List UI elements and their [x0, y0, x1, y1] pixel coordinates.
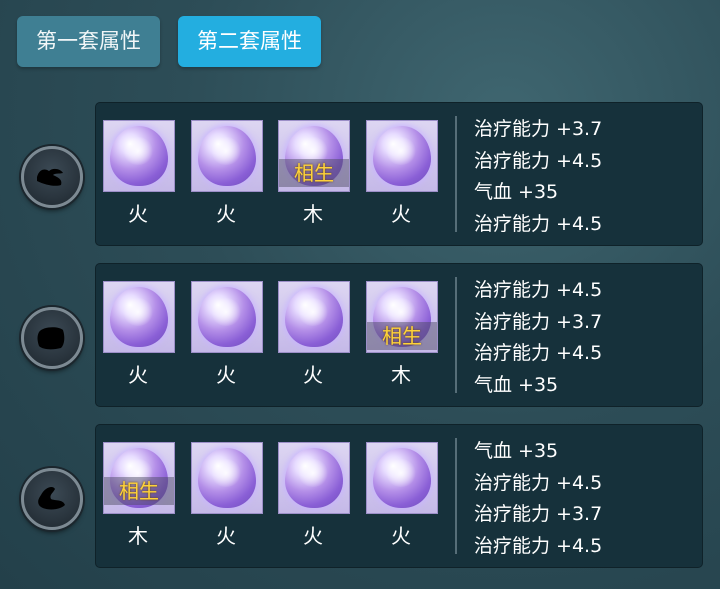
armor-icon[interactable]	[21, 307, 83, 369]
gem-slot[interactable]	[191, 281, 263, 353]
gem-element-label: 火	[303, 524, 323, 548]
stat-line: 气血 +35	[474, 373, 559, 396]
stat-line: 治疗能力 +4.5	[474, 534, 603, 557]
gem-element-label: 火	[128, 363, 148, 387]
gem-element-label: 火	[303, 363, 323, 387]
gem-element-label: 木	[303, 202, 323, 226]
gem-element-label: 木	[128, 524, 148, 548]
tab-set-2[interactable]: 第二套属性	[178, 16, 321, 67]
equipment-row: 相生 木 火 火 火 气血 +35 治疗能力 +4.5 治疗能力 +3.7 治疗…	[0, 424, 720, 568]
stat-line: 治疗能力 +4.5	[474, 342, 603, 364]
divider	[455, 116, 457, 232]
gem-slot[interactable]	[278, 442, 350, 514]
gem-element-label: 火	[216, 524, 236, 548]
xiangsheng-label: 相生	[119, 479, 159, 503]
xiangsheng-label: 相生	[382, 324, 422, 348]
gem-slot[interactable]	[366, 120, 438, 192]
gem-slot[interactable]: 相生	[278, 120, 350, 192]
stat-line: 治疗能力 +4.5	[474, 471, 603, 494]
gem-slot[interactable]	[278, 281, 350, 353]
stat-line: 气血 +35	[474, 440, 559, 462]
tab-set-1[interactable]: 第一套属性	[17, 16, 160, 67]
divider	[455, 277, 457, 393]
gem-slot[interactable]	[191, 120, 263, 192]
gem-slot[interactable]: 相生	[103, 442, 175, 514]
gem-element-label: 火	[128, 202, 148, 226]
boots-icon[interactable]	[21, 468, 83, 530]
gem-slot[interactable]: 相生	[366, 281, 438, 353]
helmet-icon[interactable]	[21, 146, 83, 208]
stat-line: 治疗能力 +4.5	[474, 212, 603, 235]
stat-list: 治疗能力 +3.7 治疗能力 +4.5 气血 +35 治疗能力 +4.5	[474, 114, 602, 240]
stat-line: 治疗能力 +3.7	[474, 310, 603, 333]
divider	[455, 438, 457, 554]
gem-slot[interactable]	[103, 120, 175, 192]
gem-element-label: 火	[216, 202, 236, 226]
gem-element-label: 火	[391, 524, 411, 548]
stat-line: 气血 +35	[474, 181, 559, 203]
stat-line: 治疗能力 +4.5	[474, 149, 603, 172]
gem-slot[interactable]	[366, 442, 438, 514]
stat-list: 治疗能力 +4.5 治疗能力 +3.7 治疗能力 +4.5 气血 +35	[474, 275, 602, 401]
gem-slot[interactable]	[103, 281, 175, 353]
stat-line: 治疗能力 +4.5	[474, 279, 603, 301]
gem-slot[interactable]	[191, 442, 263, 514]
gem-element-label: 火	[216, 363, 236, 387]
equipment-row: 火 火 相生 木 火 治疗能力 +3.7 治疗能力 +4.5 气血 +35 治疗…	[0, 102, 720, 246]
xiangsheng-label: 相生	[294, 161, 334, 185]
gem-element-label: 木	[391, 363, 411, 387]
stat-list: 气血 +35 治疗能力 +4.5 治疗能力 +3.7 治疗能力 +4.5	[474, 436, 602, 562]
stat-line: 治疗能力 +3.7	[474, 118, 603, 140]
gem-element-label: 火	[391, 202, 411, 226]
equipment-row: 火 火 火 相生 木 治疗能力 +4.5 治疗能力 +3.7 治疗能力 +4.5…	[0, 263, 720, 407]
stat-line: 治疗能力 +3.7	[474, 503, 603, 525]
